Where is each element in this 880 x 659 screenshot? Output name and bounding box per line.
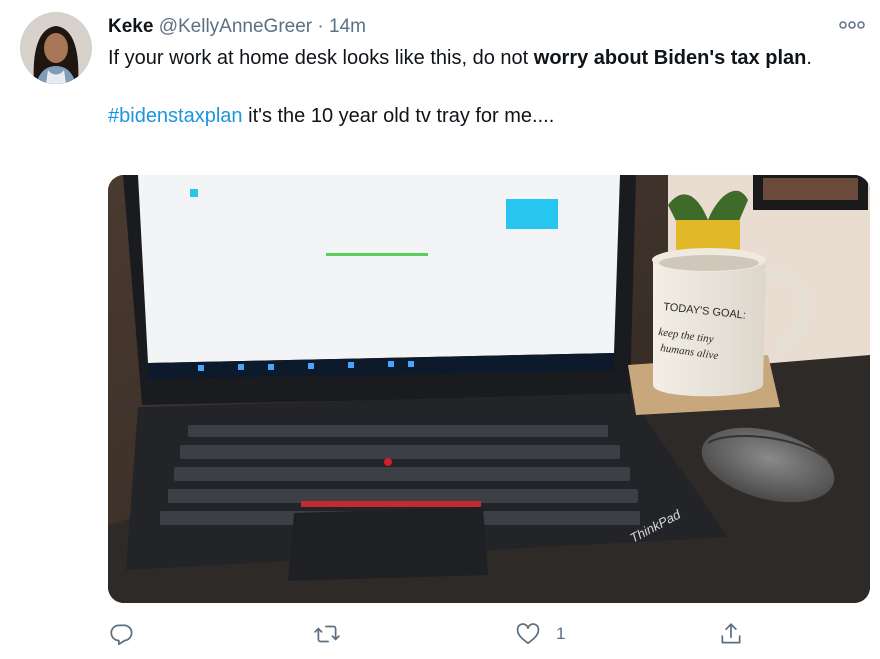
like-button[interactable]: 1	[514, 618, 565, 650]
tweet-text-line2: it's the 10 year old tv tray for me....	[242, 105, 555, 127]
retweet-icon	[314, 625, 340, 643]
tweet-time[interactable]: 14m	[329, 16, 366, 37]
tweet-text: If your work at home desk looks like thi…	[108, 44, 853, 131]
author-name[interactable]: Keke	[108, 16, 153, 37]
more-options-button[interactable]	[838, 14, 866, 36]
retweet-button[interactable]	[313, 618, 341, 650]
more-icon	[839, 21, 865, 29]
tweet-paragraph-1: If your work at home desk looks like thi…	[108, 44, 853, 73]
tweet-actions: 1	[108, 618, 853, 650]
like-count: 1	[556, 624, 566, 643]
tweet-header: Keke @KellyAnneGreer · 14m	[108, 14, 820, 40]
author-handle[interactable]: @KellyAnneGreer	[159, 16, 312, 37]
hashtag-link[interactable]: #bidenstaxplan	[108, 105, 243, 127]
tweet-text-end: .	[806, 47, 812, 69]
share-button[interactable]	[718, 618, 744, 650]
separator-dot: ·	[317, 16, 324, 37]
share-icon	[721, 623, 741, 644]
reply-button[interactable]	[108, 618, 134, 650]
tweet-photo[interactable]: ThinkPad TODAY'S GOAL: keep the tiny hum…	[108, 175, 870, 603]
tweet-text-bold: worry about Biden's tax plan	[533, 47, 807, 69]
avatar[interactable]	[20, 12, 92, 84]
like-icon	[516, 623, 540, 645]
tweet-paragraph-2: #bidenstaxplan it's the 10 year old tv t…	[108, 102, 853, 131]
photo-image: ThinkPad TODAY'S GOAL: keep the tiny hum…	[108, 175, 870, 603]
tweet-text-normal: If your work at home desk looks like thi…	[108, 47, 534, 69]
avatar-image	[20, 12, 92, 84]
reply-icon	[110, 624, 133, 646]
